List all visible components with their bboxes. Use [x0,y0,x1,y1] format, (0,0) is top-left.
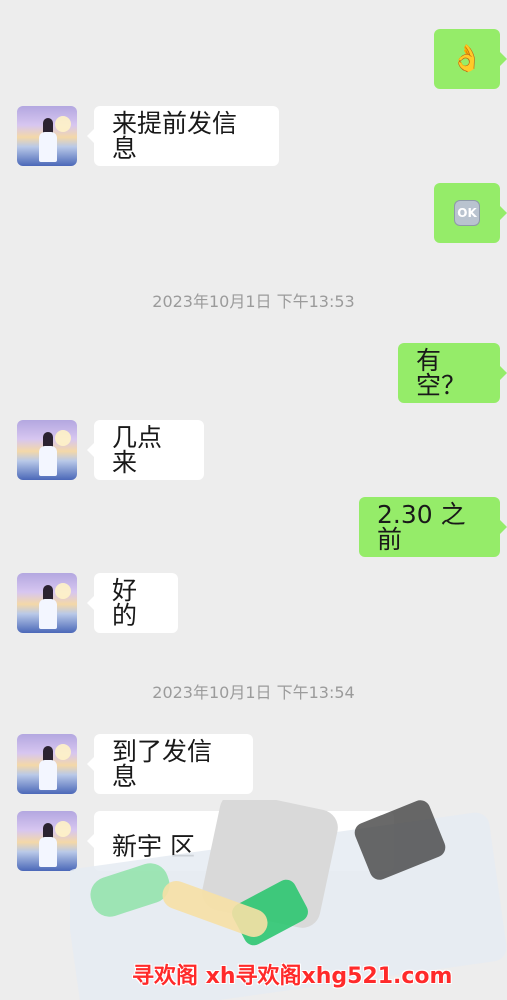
contact-avatar[interactable] [17,734,77,794]
message-bubble-outgoing-emoji[interactable]: 👌 [434,29,507,89]
contact-avatar[interactable] [17,573,77,633]
message-text: 来提前发信息 [112,109,238,163]
message-text: 有空？ [416,346,467,400]
contact-avatar[interactable] [17,811,77,871]
contact-avatar[interactable] [17,106,77,166]
message-bubble-outgoing-ok[interactable]: OK [434,183,507,243]
message-text: 好的 [112,576,138,630]
message-bubble-incoming[interactable]: 好的 [87,573,178,633]
message-text: 几点来 [112,423,163,477]
message-bubble-outgoing[interactable]: 2.30 之前 [359,497,507,557]
ok-button-emoji: OK [454,200,480,226]
ok-badge-label: OK [457,205,477,220]
timestamp: 2023年10月1日 下午13:53 [152,292,355,311]
ok-hand-emoji: 👌 [450,43,484,74]
message-bubble-outgoing[interactable]: 有空？ [398,343,507,403]
timestamp: 2023年10月1日 下午13:54 [152,683,355,702]
contact-avatar[interactable] [17,420,77,480]
watermark-text: 寻欢阁 xh寻欢阁xhg521.com [132,964,453,989]
message-bubble-incoming[interactable]: 几点来 [87,420,204,480]
message-bubble-incoming[interactable]: 来提前发信息 [87,106,279,166]
message-bubble-incoming[interactable]: 到了发信息 [87,734,253,794]
message-text: 2.30 之前 [377,500,466,554]
message-text: 到了发信息 [112,737,213,791]
